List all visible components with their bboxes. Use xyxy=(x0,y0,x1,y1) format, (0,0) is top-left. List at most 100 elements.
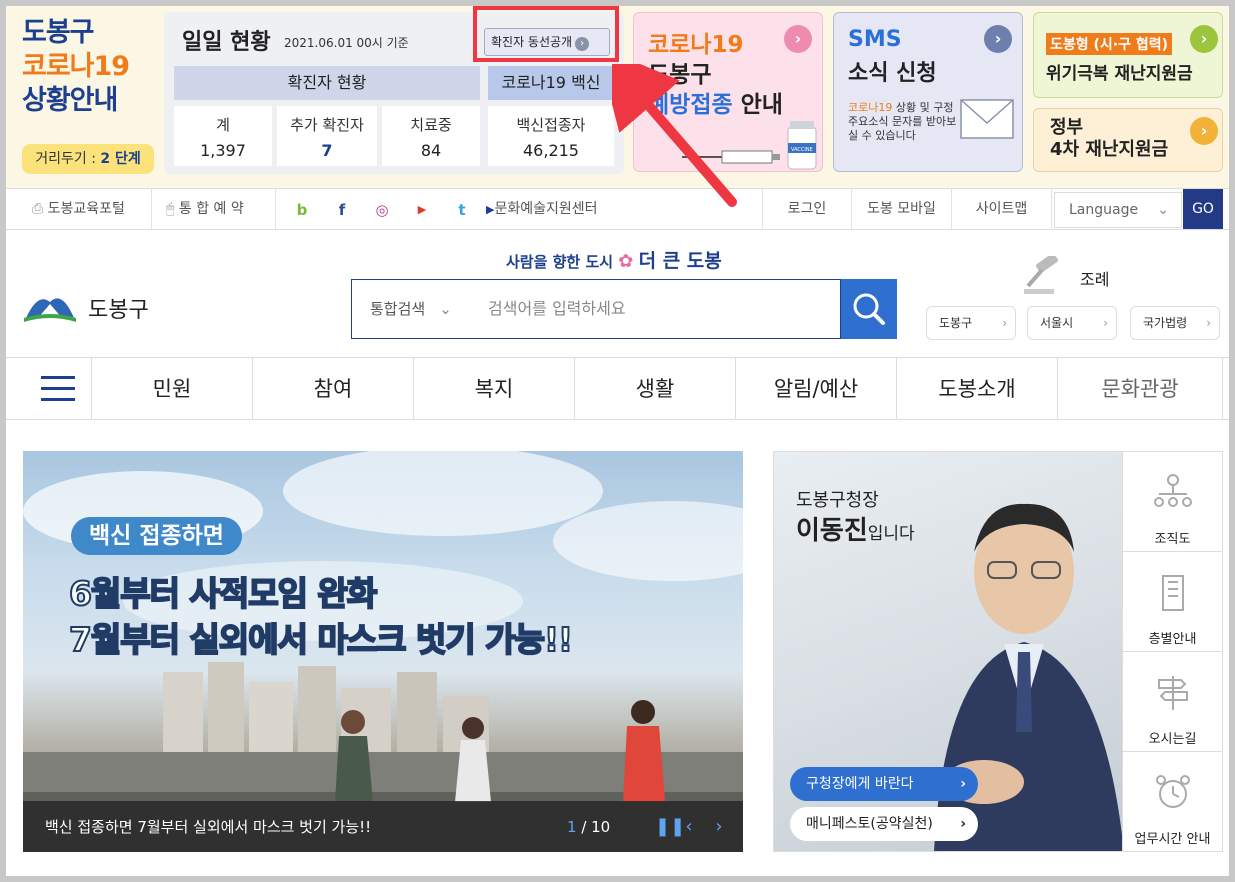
instagram-icon[interactable]: ◎ xyxy=(372,200,392,220)
quick-link-label: 층별안내 xyxy=(1148,632,1197,647)
hamburger-icon xyxy=(41,376,75,379)
org-chart-icon xyxy=(1154,474,1192,507)
national-disaster-aid-card[interactable]: 정부 4차 재난지원금 › xyxy=(1033,108,1223,172)
covid-title-line1: 도봉구 xyxy=(22,17,95,48)
city-slogan: 사람을 향한 도시 ✿ 더 큰 도봉 xyxy=(506,246,722,273)
local-disaster-aid-card[interactable]: 도봉형 (시·구 협력) 위기극복 재난지원금 › xyxy=(1033,12,1223,98)
banner-headline-1: 6월부터 사적모임 완화 xyxy=(68,573,378,614)
mobile-link[interactable]: 도봉 모바일 xyxy=(852,189,952,229)
law-button-dobong[interactable]: 도봉구 › xyxy=(926,306,1016,340)
sms-card-subtitle: 소식 신청 xyxy=(848,61,937,86)
building-icon xyxy=(1162,575,1184,611)
language-select[interactable]: Language ⌄ xyxy=(1054,192,1182,228)
quick-link-org-chart[interactable]: 조직도 xyxy=(1123,452,1222,552)
chevron-right-icon: › xyxy=(1190,25,1218,53)
language-go-button[interactable]: GO xyxy=(1183,189,1223,229)
culture-center-label: 문화예술지원센터 xyxy=(494,201,598,217)
site-header: 도봉구 사람을 향한 도시 ✿ 더 큰 도봉 통합검색 ⌄ 검색어를 입력하세요 … xyxy=(6,230,1229,358)
hamburger-menu-button[interactable] xyxy=(6,358,92,420)
quick-link-floor-guide[interactable]: 층별안내 xyxy=(1123,552,1222,652)
nav-item-welfare[interactable]: 복지 xyxy=(414,358,575,420)
stat-new-confirmed: 추가 확진자 7 xyxy=(277,106,377,166)
search-scope-select[interactable]: 통합검색 ⌄ xyxy=(370,280,452,338)
logo-text[interactable]: 도봉구 xyxy=(88,292,149,324)
manifesto-label: 매니페스토(공약실천) xyxy=(806,816,933,832)
law-button-seoul[interactable]: 서울시 › xyxy=(1027,306,1117,340)
quick-link-label: 업무시간 안내 xyxy=(1134,832,1211,847)
daily-status-date: 2021.06.01 00시 기준 xyxy=(284,36,409,50)
quick-link-label: 오시는길 xyxy=(1148,732,1197,747)
vaccination-guide-card[interactable]: 코로나19 도봉구 예방접종 안내 › VACCINE xyxy=(633,12,823,172)
ordinance-label[interactable]: 조례 xyxy=(1080,266,1109,290)
distancing-label: 거리두기 : xyxy=(35,151,96,167)
dobong-logo-icon[interactable] xyxy=(24,288,76,324)
reservation-label: 통 합 예 약 xyxy=(178,201,244,217)
nav-item-about[interactable]: 도봉소개 xyxy=(897,358,1058,420)
petition-label: 구청장에게 바란다 xyxy=(806,776,914,792)
chevron-right-icon: › xyxy=(984,25,1012,53)
nav-item-participation[interactable]: 참여 xyxy=(253,358,414,420)
hamburger-icon xyxy=(41,387,75,390)
stat-label: 치료중 xyxy=(410,116,452,134)
blog-icon[interactable]: b xyxy=(292,200,312,220)
mayor-name-line: 이동진입니다 xyxy=(796,510,915,547)
banner-caption[interactable]: 백신 접종하면 7월부터 실외에서 마스크 벗기 가능!! xyxy=(45,801,371,852)
vac-card-line3-rest: 안내 xyxy=(732,92,783,118)
sms-subscribe-card[interactable]: SMS 소식 신청 › 코로나19 상황 및 구정 주요소식 문자를 받아보실 … xyxy=(833,12,1023,172)
utility-bar: ⎙ 도봉교육포털 🖱 통 합 예 약 b f ◎ ▶ t ▶문화예술지원센터 로… xyxy=(6,188,1229,230)
petition-to-mayor-button[interactable]: 구청장에게 바란다 › xyxy=(790,767,978,801)
printer-icon: ⎙ xyxy=(32,201,48,217)
mayor-suffix: 입니다 xyxy=(867,524,915,544)
chevron-right-icon: › xyxy=(960,816,966,832)
culture-center-link[interactable]: ▶문화예술지원센터 xyxy=(486,189,618,229)
daily-status-title: 일일 현황 xyxy=(182,30,271,55)
twitter-icon[interactable]: t xyxy=(452,200,472,220)
main-navigation: 민원 참여 복지 생활 알림/예산 도봉소개 문화관광 xyxy=(6,358,1229,420)
search-input[interactable]: 검색어를 입력하세요 xyxy=(488,280,626,338)
confirmed-status-header: 확진자 현황 xyxy=(174,66,480,100)
facebook-icon[interactable]: f xyxy=(332,200,352,220)
covid-title-line3: 상황안내 xyxy=(22,85,118,116)
reservation-link[interactable]: 🖱 통 합 예 약 xyxy=(152,189,276,229)
login-link[interactable]: 로그인 xyxy=(762,189,852,229)
pause-icon[interactable]: ❚❚ xyxy=(655,817,685,837)
manifesto-button[interactable]: 매니페스토(공약실천) › xyxy=(790,807,978,841)
prev-arrow-icon[interactable]: ‹ xyxy=(679,817,699,837)
aid2-line2: 4차 재난지원금 xyxy=(1050,139,1169,160)
slogan-text: 사람을 향한 도시 xyxy=(506,253,614,271)
banner-tag: 백신 접종하면 xyxy=(71,517,242,555)
stat-label: 계 xyxy=(216,116,230,134)
mayor-panel: 도봉구청장 이동진입니다 구청장에게 바란다 › 매니페스토(공약실천) › xyxy=(773,451,1123,852)
nav-item-culture-tour[interactable]: 문화관광 xyxy=(1058,358,1223,420)
youtube-icon[interactable]: ▶ xyxy=(412,200,432,220)
quick-link-directions[interactable]: 오시는길 xyxy=(1123,652,1222,752)
aid2-line1: 정부 xyxy=(1050,117,1084,138)
nav-item-life[interactable]: 생활 xyxy=(575,358,736,420)
gavel-icon xyxy=(1024,256,1059,294)
edu-portal-link[interactable]: ⎙ 도봉교육포털 xyxy=(22,189,152,229)
mouse-icon: 🖱 xyxy=(166,201,179,217)
main-banner-slider[interactable]: 백신 접종하면 6월부터 사적모임 완화 7월부터 실외에서 마스크 벗기 가능… xyxy=(23,451,743,852)
slogan-brand: 더 큰 도봉 xyxy=(638,250,722,272)
quick-link-business-hours[interactable]: 업무시간 안내 xyxy=(1123,752,1222,852)
next-arrow-icon[interactable]: › xyxy=(709,817,729,837)
banner-headline-2: 7월부터 실외에서 마스크 벗기 가능!! xyxy=(68,619,574,660)
stat-label: 추가 확진자 xyxy=(290,116,364,134)
chevron-right-icon: › xyxy=(1206,316,1211,330)
aid2-title: 정부 4차 재난지원금 xyxy=(1050,117,1168,161)
distancing-level-badge: 거리두기 : 2 단계 xyxy=(22,144,154,174)
search-scope-label: 통합검색 xyxy=(370,300,426,318)
distancing-value: 2 단계 xyxy=(100,151,141,167)
covid-title-line2: 코로나19 xyxy=(22,51,130,82)
search-button[interactable] xyxy=(841,279,897,339)
nav-item-news-budget[interactable]: 알림/예산 xyxy=(736,358,897,420)
law-button-national[interactable]: 국가법령 › xyxy=(1130,306,1220,340)
search-icon xyxy=(853,293,885,325)
edu-portal-label: 도봉교육포털 xyxy=(47,201,125,217)
language-label: Language xyxy=(1069,202,1139,218)
covid-title[interactable]: 도봉구 코로나19 상황안내 xyxy=(22,16,130,118)
quick-links: 조직도 층별안내 오시는길 업무시간 안내 xyxy=(1122,451,1223,852)
sitemap-link[interactable]: 사이트맵 xyxy=(952,189,1052,229)
nav-item-civil[interactable]: 민원 xyxy=(92,358,253,420)
law-button-label: 서울시 xyxy=(1040,316,1074,330)
